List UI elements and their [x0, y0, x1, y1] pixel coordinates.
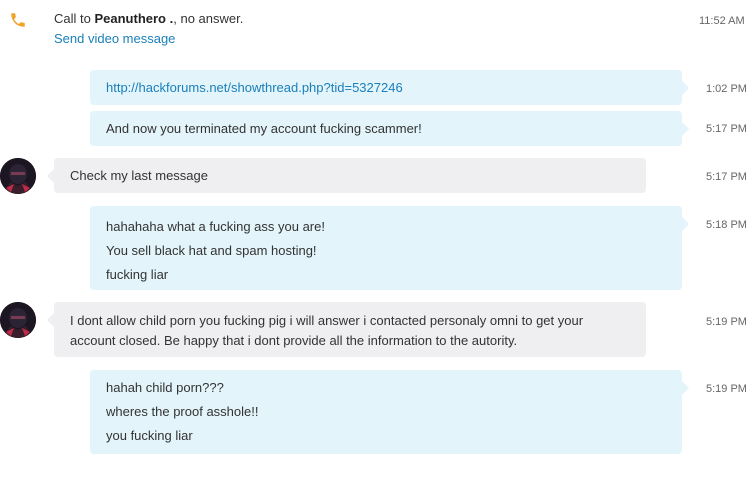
message-text: wheres the proof asshole!!	[106, 404, 259, 419]
message-text: Check my last message	[70, 168, 208, 183]
avatar[interactable]	[0, 158, 36, 194]
message-timestamp: 5:19 PM	[706, 316, 747, 328]
message-bubble-outgoing[interactable]: hahah child porn??? wheres the proof ass…	[90, 370, 689, 454]
call-result: , no answer.	[173, 11, 244, 26]
message-text: hahahaha what a fucking ass you are!	[106, 219, 325, 234]
message-text: you fucking liar	[106, 428, 193, 443]
call-status-text: Call to Peanuthero ., no answer.	[54, 11, 243, 27]
phone-icon	[11, 13, 25, 27]
message-text: You sell black hat and spam hosting!	[106, 243, 317, 258]
message-timestamp: 5:19 PM	[706, 383, 747, 395]
message-text: fucking liar	[106, 267, 169, 282]
avatar-image	[0, 158, 36, 194]
message-link[interactable]: http://hackforums.net/showthread.php?tid…	[106, 70, 682, 95]
callee-name: Peanuthero .	[94, 11, 174, 26]
message-text: I dont allow child porn you fucking pig …	[70, 313, 584, 328]
message-timestamp: 5:17 PM	[706, 123, 747, 135]
message-bubble-incoming[interactable]: Check my last message	[47, 158, 646, 193]
message-text: And now you terminated my account fuckin…	[106, 121, 422, 136]
message-text: hahah child porn???	[106, 380, 224, 395]
message-timestamp: 5:18 PM	[706, 219, 747, 231]
avatar[interactable]	[0, 302, 36, 338]
send-video-message-link[interactable]: Send video message	[54, 31, 175, 47]
message-timestamp: 11:52 AM	[699, 15, 745, 27]
avatar-image	[0, 302, 36, 338]
message-timestamp: 5:17 PM	[706, 171, 747, 183]
call-prefix: Call to	[54, 11, 91, 26]
message-timestamp: 1:02 PM	[706, 83, 747, 95]
message-text: account closed. Be happy that i dont pro…	[70, 333, 518, 348]
message-bubble-outgoing[interactable]: hahahaha what a fucking ass you are! You…	[90, 206, 689, 290]
message-bubble-outgoing[interactable]: And now you terminated my account fuckin…	[90, 111, 689, 146]
message-bubble-incoming[interactable]: I dont allow child porn you fucking pig …	[47, 302, 646, 357]
message-bubble-outgoing[interactable]: http://hackforums.net/showthread.php?tid…	[90, 70, 689, 105]
